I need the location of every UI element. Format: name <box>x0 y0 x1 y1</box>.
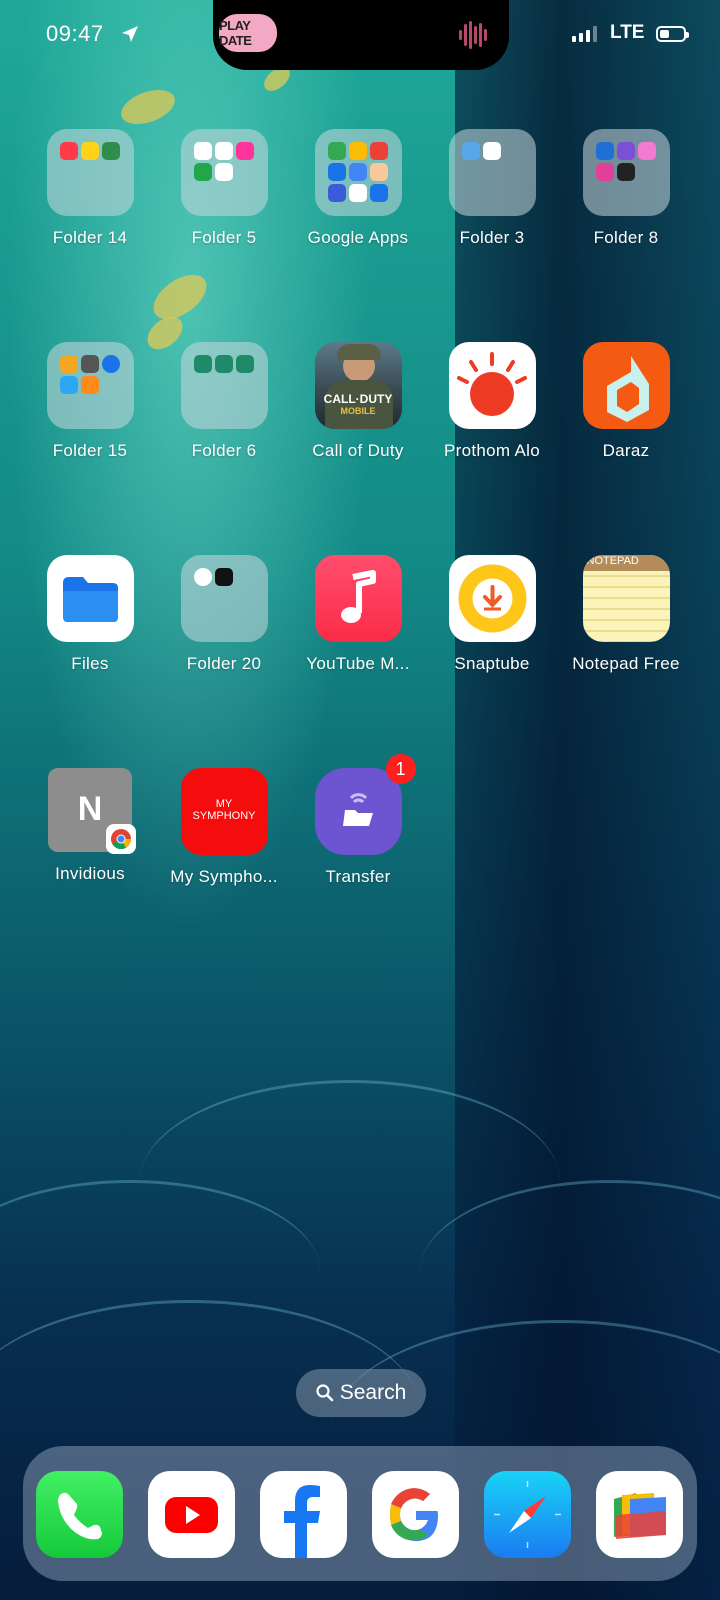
app-label: Invidious <box>55 864 125 883</box>
dynamic-island[interactable]: PLAY DATE <box>213 0 509 70</box>
google-icon[interactable] <box>372 1471 459 1558</box>
app-label: Folder 6 <box>191 441 257 460</box>
app-snaptube[interactable]: Snaptube <box>427 555 557 674</box>
my-symphony-icon: MY SYMPHONY <box>180 768 268 855</box>
app-my-symphony[interactable]: MY SYMPHONY My Sympho... <box>159 768 289 887</box>
notification-badge: 1 <box>385 754 416 784</box>
youtube-icon[interactable] <box>148 1471 235 1558</box>
app-label: Folder 20 <box>186 654 262 673</box>
app-folder-6[interactable]: Folder 6 <box>159 342 289 461</box>
app-label: Files <box>71 654 109 673</box>
folder-icon <box>46 129 134 216</box>
notepad-icon: NOTEPAD <box>582 555 670 642</box>
app-label: Call of Duty <box>312 441 404 460</box>
app-folder-3[interactable]: Folder 3 <box>427 129 557 248</box>
search-icon <box>316 1384 333 1402</box>
app-label: Folder 5 <box>191 228 257 247</box>
app-label: Folder 14 <box>52 228 128 247</box>
app-folder-14[interactable]: Folder 14 <box>25 129 155 248</box>
app-daraz[interactable]: Daraz <box>561 342 691 461</box>
app-label: Folder 8 <box>593 228 659 247</box>
app-label: Prothom Alo <box>444 441 540 460</box>
live-activity-artwork: PLAY DATE <box>219 14 277 52</box>
chrome-badge-icon <box>105 824 136 854</box>
app-label: Snaptube <box>454 654 530 673</box>
search-label: Search <box>339 1381 407 1404</box>
safari-icon[interactable] <box>484 1471 571 1558</box>
snaptube-icon <box>448 555 536 642</box>
app-call-of-duty[interactable]: CALL·DUTY MOBILE Call of Duty <box>293 342 423 461</box>
app-label: YouTube M... <box>306 654 410 673</box>
app-folder-20[interactable]: Folder 20 <box>159 555 289 674</box>
app-label: Google Apps <box>307 228 409 247</box>
app-folder-google-apps[interactable]: Google Apps <box>293 129 423 248</box>
folder-icon <box>46 342 134 429</box>
status-time: 09:47 <box>46 21 104 46</box>
folder-icon <box>180 555 268 642</box>
dock <box>23 1446 697 1581</box>
app-youtube-music[interactable]: YouTube M... <box>293 555 423 674</box>
prothom-alo-icon <box>448 342 536 429</box>
app-label: My Sympho... <box>170 867 278 886</box>
battery-icon <box>656 26 689 42</box>
folder-icon <box>448 129 536 216</box>
app-transfer[interactable]: 1 Transfer <box>293 754 423 887</box>
app-label: Daraz <box>602 441 650 460</box>
phone-icon[interactable] <box>36 1471 123 1558</box>
app-label: Notepad Free <box>572 654 680 673</box>
files-icon <box>46 555 134 642</box>
app-notepad-free[interactable]: NOTEPAD Notepad Free <box>561 555 691 674</box>
app-files[interactable]: Files <box>25 555 155 674</box>
status-bar: 09:47 PLAY DATE LTE <box>0 0 720 70</box>
app-label: Transfer <box>325 867 391 886</box>
app-prothom-alo[interactable]: Prothom Alo <box>427 342 557 461</box>
facebook-icon[interactable] <box>260 1471 347 1558</box>
folder-icon <box>314 129 402 216</box>
transfer-icon <box>314 768 402 855</box>
app-label: Folder 3 <box>459 228 525 247</box>
search-button[interactable]: Search <box>296 1369 426 1417</box>
youtube-music-icon <box>314 555 402 642</box>
cellular-signal-icon <box>572 26 597 42</box>
location-arrow-icon <box>122 26 138 42</box>
folder-icon <box>180 129 268 216</box>
files-go-icon[interactable] <box>596 1471 683 1558</box>
app-folder-15[interactable]: Folder 15 <box>25 342 155 461</box>
app-invidious[interactable]: N Invidious <box>25 768 155 884</box>
audio-waveform-icon <box>459 20 487 50</box>
app-folder-5[interactable]: Folder 5 <box>159 129 289 248</box>
network-type: LTE <box>610 22 645 43</box>
folder-icon <box>582 129 670 216</box>
app-folder-8[interactable]: Folder 8 <box>561 129 691 248</box>
app-label: Folder 15 <box>52 441 128 460</box>
folder-icon <box>180 342 268 429</box>
call-of-duty-icon: CALL·DUTY MOBILE <box>314 342 402 429</box>
daraz-icon <box>582 342 670 429</box>
